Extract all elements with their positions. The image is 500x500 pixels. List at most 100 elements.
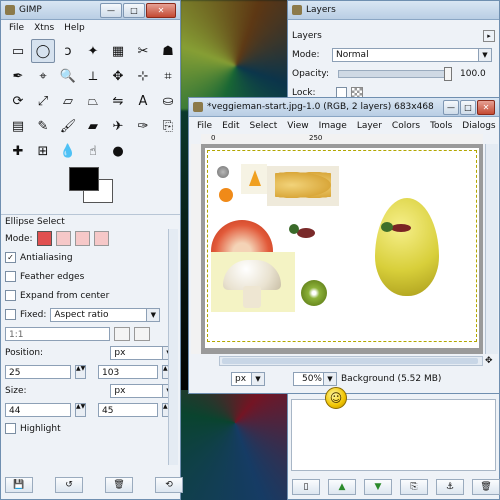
- fixed-checkbox[interactable]: [5, 309, 16, 320]
- clone-icon[interactable]: ⎘: [156, 114, 180, 138]
- opacity-slider[interactable]: [338, 66, 452, 81]
- airbrush-icon[interactable]: ✈: [106, 114, 130, 138]
- rect-select-icon[interactable]: ▭: [6, 39, 30, 63]
- panel-menu-icon[interactable]: ▸: [483, 29, 495, 42]
- delete-layer-icon[interactable]: 🗑: [472, 479, 500, 495]
- layers-list[interactable]: [291, 399, 496, 471]
- image-menu-image[interactable]: Image: [314, 121, 352, 131]
- options-scrollbar[interactable]: [168, 229, 178, 465]
- image-menu-dialogs[interactable]: Dialogs: [457, 121, 500, 131]
- expand-row[interactable]: Expand from center: [1, 286, 180, 305]
- maximize-button[interactable]: □: [123, 2, 145, 18]
- fixed-select[interactable]: Aspect ratio ▼: [50, 307, 161, 322]
- zoom-icon[interactable]: 🔍: [56, 64, 80, 88]
- paintbrush-icon[interactable]: 🖌: [56, 114, 80, 138]
- portrait-icon[interactable]: [114, 326, 130, 341]
- perspective-icon[interactable]: ⏢: [81, 89, 105, 113]
- delete-options-icon[interactable]: 🗑: [105, 477, 133, 493]
- unit-select[interactable]: px ▼: [231, 372, 265, 386]
- size-w-input[interactable]: 44: [5, 402, 71, 417]
- bucket-fill-icon[interactable]: ⛀: [156, 89, 180, 113]
- rotate-icon[interactable]: ⟳: [6, 89, 30, 113]
- mode-replace-icon[interactable]: [36, 231, 52, 246]
- measure-icon[interactable]: ⟂: [81, 64, 105, 88]
- highlight-checkbox[interactable]: [5, 423, 16, 434]
- horizontal-scroll-thumb[interactable]: [222, 358, 478, 364]
- image-maximize-button[interactable]: □: [460, 99, 476, 115]
- image-menu-colors[interactable]: Colors: [387, 121, 425, 131]
- scissors-icon[interactable]: ✂: [131, 39, 155, 63]
- toolbox-titlebar[interactable]: GIMP — □ ✕: [1, 1, 180, 20]
- expand-checkbox[interactable]: [5, 290, 16, 301]
- pencil-icon[interactable]: ✎: [31, 114, 55, 138]
- raise-layer-icon[interactable]: ▲: [328, 479, 356, 495]
- feather-row[interactable]: Feather edges: [1, 267, 180, 286]
- ellipse-select-icon[interactable]: ◯: [31, 39, 55, 63]
- position-x-input[interactable]: 25: [5, 364, 71, 379]
- layers-mode-select[interactable]: Normal ▼: [332, 47, 492, 62]
- opacity-value[interactable]: 100.0: [460, 69, 486, 79]
- color-select-icon[interactable]: ▦: [106, 39, 130, 63]
- image-close-button[interactable]: ✕: [477, 99, 495, 115]
- foreground-select-icon[interactable]: ☗: [156, 39, 180, 63]
- feather-checkbox[interactable]: [5, 271, 16, 282]
- zoom-select[interactable]: 50% ▼: [293, 372, 337, 386]
- size-w-spinner[interactable]: ▲▼: [75, 402, 86, 417]
- image-menu-file[interactable]: File: [192, 121, 217, 131]
- opacity-slider-handle[interactable]: [444, 66, 452, 81]
- close-button[interactable]: ✕: [146, 2, 176, 18]
- image-menu-layer[interactable]: Layer: [352, 121, 387, 131]
- menu-help[interactable]: Help: [59, 23, 90, 33]
- heal-icon[interactable]: ✚: [6, 139, 30, 163]
- highlight-row[interactable]: Highlight: [1, 419, 180, 438]
- image-minimize-button[interactable]: —: [443, 99, 459, 115]
- canvas-area[interactable]: [201, 144, 483, 354]
- size-unit-select[interactable]: px ▼: [110, 383, 176, 398]
- save-options-icon[interactable]: 💾: [5, 477, 33, 493]
- fuzzy-select-icon[interactable]: ✦: [81, 39, 105, 63]
- eraser-icon[interactable]: ▰: [81, 114, 105, 138]
- mode-intersect-icon[interactable]: [93, 231, 109, 246]
- duplicate-layer-icon[interactable]: ⎘: [400, 479, 428, 495]
- navigate-icon[interactable]: ✥: [485, 356, 493, 366]
- antialiasing-checkbox[interactable]: ✓: [5, 252, 16, 263]
- menu-file[interactable]: File: [4, 23, 29, 33]
- mode-add-icon[interactable]: [55, 231, 71, 246]
- lower-layer-icon[interactable]: ▼: [364, 479, 392, 495]
- landscape-icon[interactable]: [134, 326, 150, 341]
- flip-icon[interactable]: ⇋: [106, 89, 130, 113]
- perspective-clone-icon[interactable]: ⊞: [31, 139, 55, 163]
- antialiasing-row[interactable]: ✓ Antialiasing: [1, 248, 180, 267]
- horizontal-scrollbar[interactable]: [219, 356, 483, 366]
- move-icon[interactable]: ✥: [106, 64, 130, 88]
- restore-options-icon[interactable]: ↺: [55, 477, 83, 493]
- minimize-button[interactable]: —: [100, 2, 122, 18]
- lasso-icon[interactable]: ↄ: [56, 39, 80, 63]
- ink-icon[interactable]: ✑: [131, 114, 155, 138]
- ratio-input[interactable]: 1:1: [5, 326, 110, 341]
- image-menu-select[interactable]: Select: [245, 121, 283, 131]
- smudge-icon[interactable]: ☝: [81, 139, 105, 163]
- anchor-layer-icon[interactable]: ⚓: [436, 479, 464, 495]
- paths-icon[interactable]: ✒: [6, 64, 30, 88]
- text-icon[interactable]: A: [131, 89, 155, 113]
- new-layer-icon[interactable]: ▯: [292, 479, 320, 495]
- color-picker-icon[interactable]: ⌖: [31, 64, 55, 88]
- menu-xtns[interactable]: Xtns: [29, 23, 59, 33]
- image-menu-tools[interactable]: Tools: [425, 121, 457, 131]
- image-canvas[interactable]: [205, 148, 479, 348]
- layers-titlebar[interactable]: Layers: [288, 1, 499, 20]
- blur-icon[interactable]: 💧: [56, 139, 80, 163]
- scale-icon[interactable]: ⤢: [31, 89, 55, 113]
- shear-icon[interactable]: ▱: [56, 89, 80, 113]
- position-y-input[interactable]: 103: [98, 364, 158, 379]
- align-icon[interactable]: ⊹: [131, 64, 155, 88]
- mode-subtract-icon[interactable]: [74, 231, 90, 246]
- reset-options-icon[interactable]: ⟲: [155, 477, 183, 493]
- blend-icon[interactable]: ▤: [6, 114, 30, 138]
- vertical-scrollbar[interactable]: [485, 144, 498, 354]
- image-menu-edit[interactable]: Edit: [217, 121, 244, 131]
- position-x-spinner[interactable]: ▲▼: [75, 364, 86, 379]
- size-h-input[interactable]: 45: [98, 402, 158, 417]
- crop-icon[interactable]: ⌗: [156, 64, 180, 88]
